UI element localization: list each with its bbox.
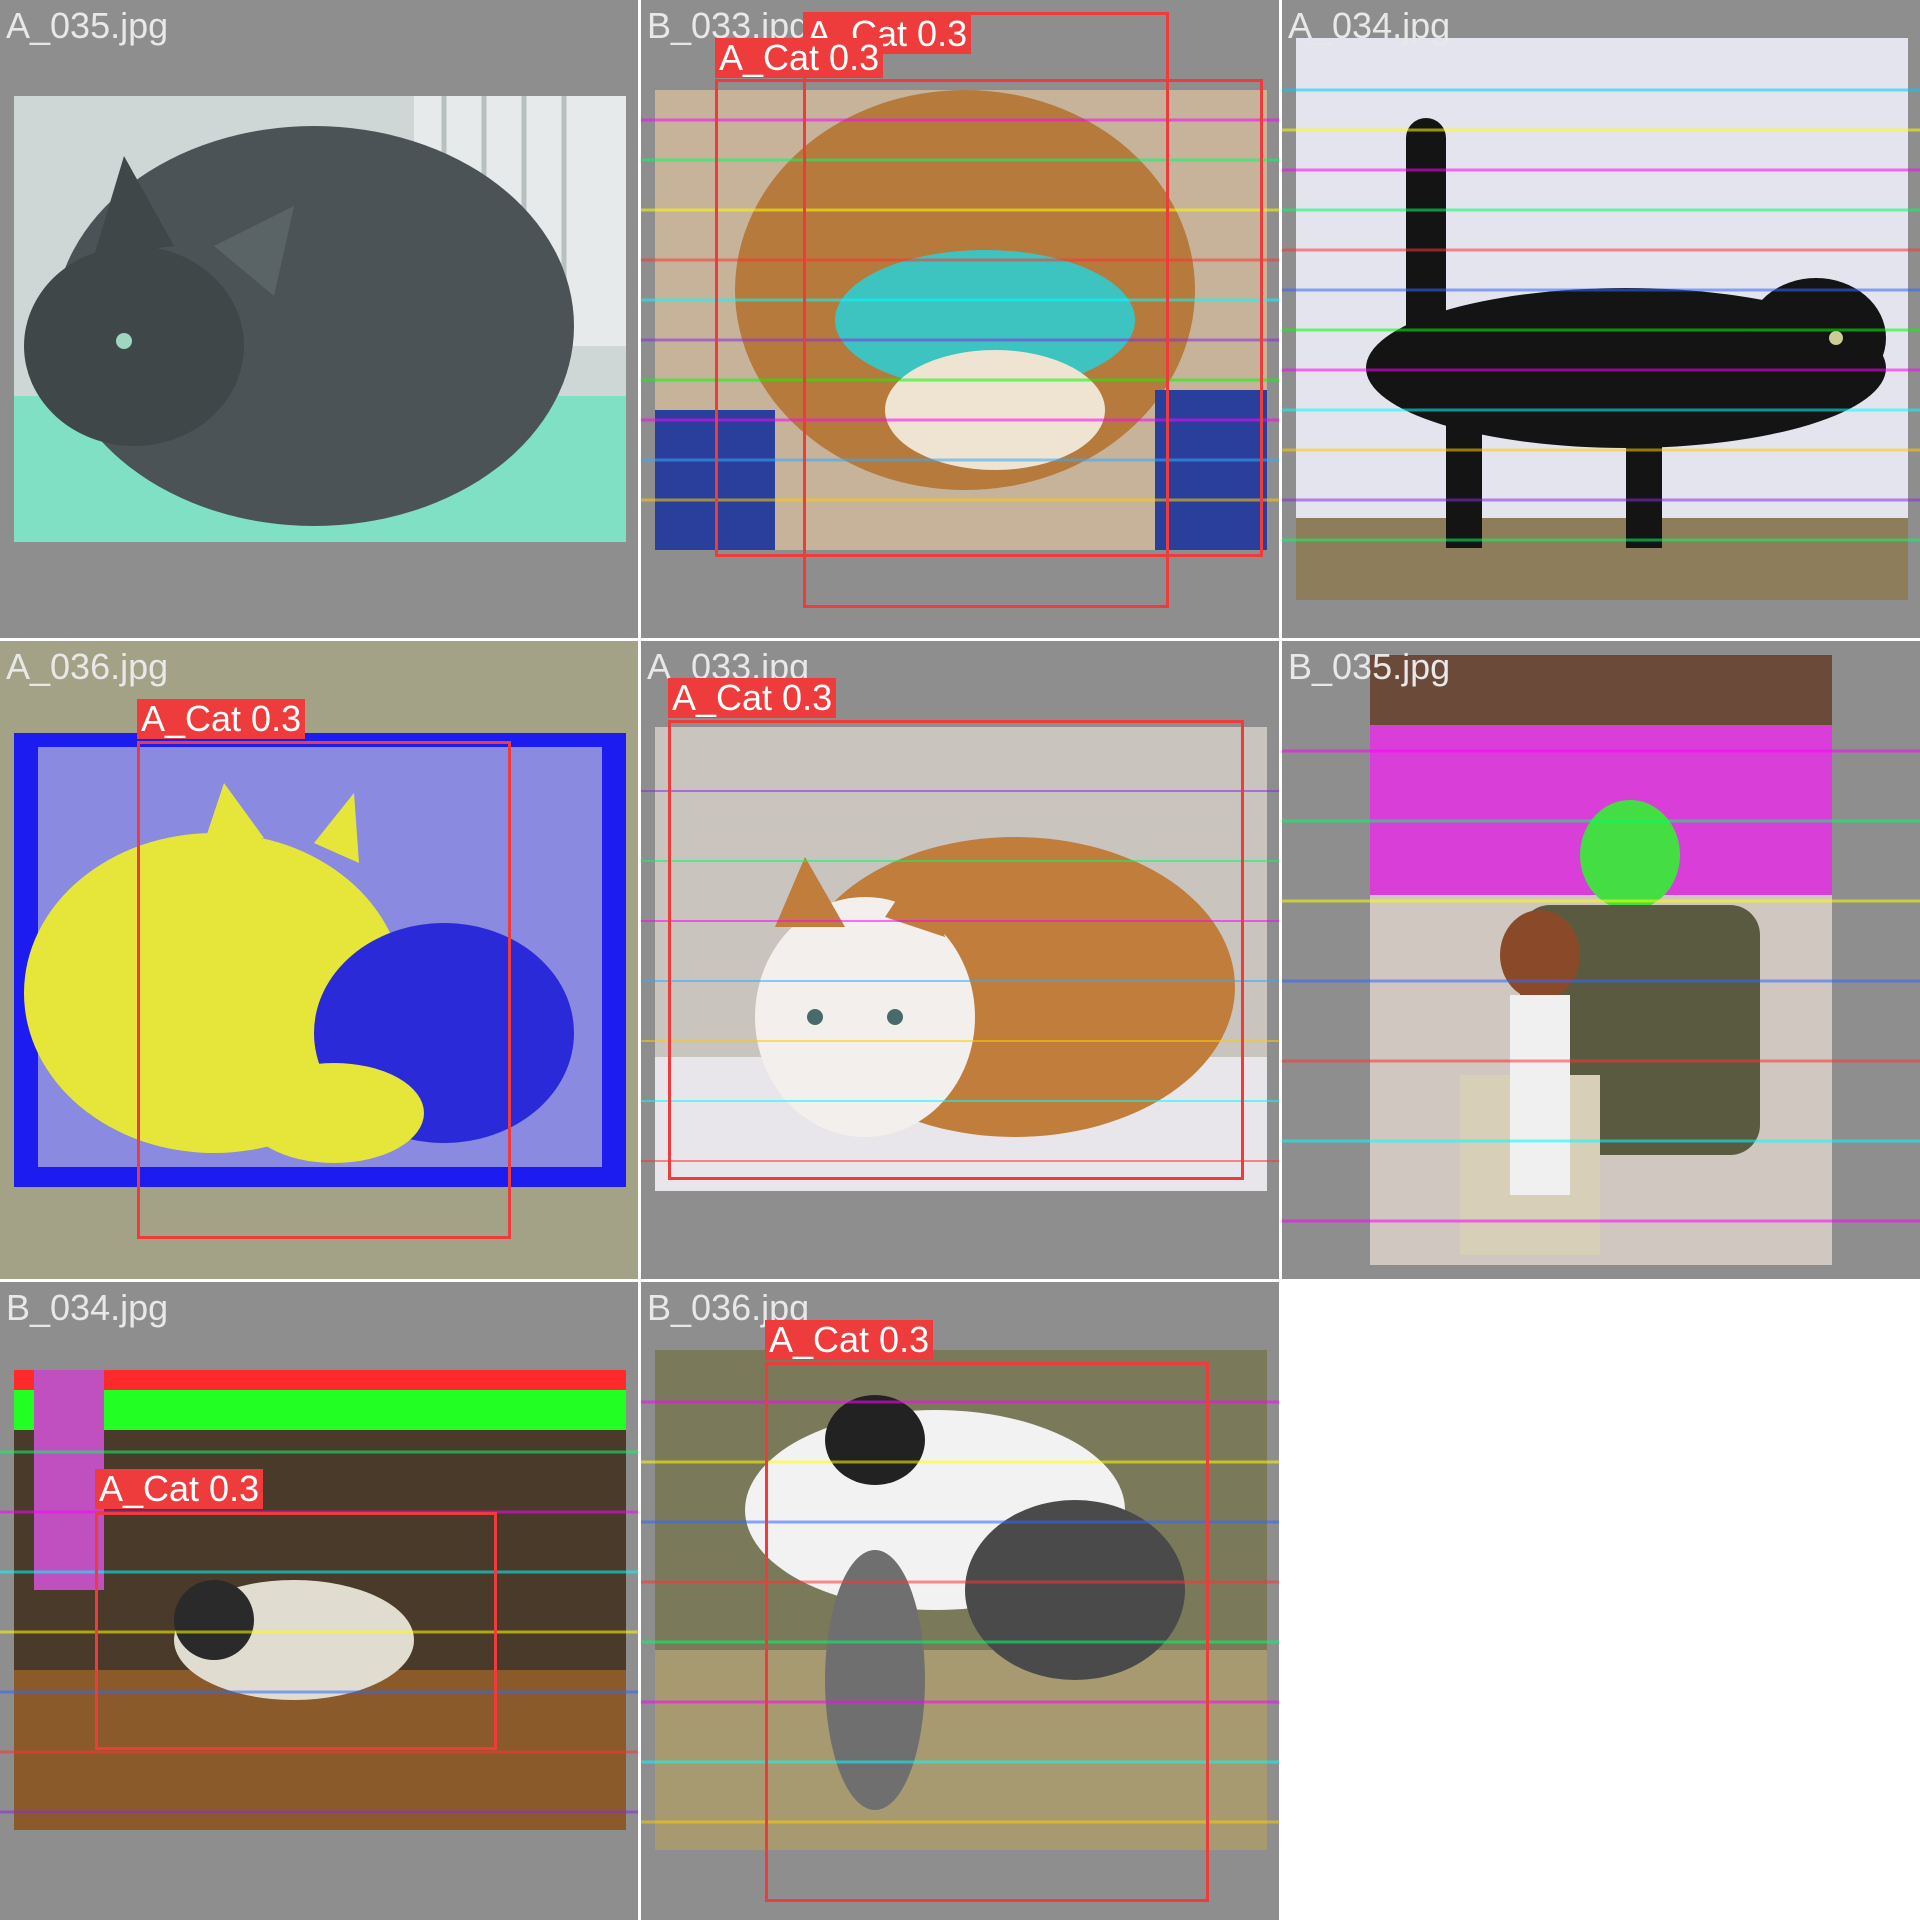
image-tile: A_036.jpg A_Cat 0.3: [0, 641, 638, 1279]
image-tile: B_033.jpg A_Cat 0.3 A_Cat 0.3: [641, 0, 1279, 638]
detection-label: A_Cat 0.3: [715, 38, 884, 78]
detection-label: A_Cat 0.3: [668, 678, 837, 718]
image-tile: B_034.jpg A_Cat 0.3: [0, 1282, 638, 1920]
image-tile: B_036.jpg A_Cat 0.3: [641, 1282, 1279, 1920]
detection-label: A_Cat 0.3: [95, 1469, 264, 1509]
cat-photo: [14, 96, 626, 542]
detection-label: A_Cat 0.3: [765, 1320, 934, 1360]
detection-box: [765, 1362, 1209, 1902]
image-tile: A_033.jpg A_Cat 0.3: [641, 641, 1279, 1279]
mosaic-grid: A_035.jpg B_033.jpg A_Cat 0.3 A_Cat 0.3: [0, 0, 1920, 1920]
image-tile: A_034.jpg: [1282, 0, 1920, 638]
detection-box: [137, 741, 511, 1239]
image-filename: A_035.jpg: [6, 5, 169, 46]
detection-box: [715, 79, 1263, 557]
image-tile: A_035.jpg: [0, 0, 638, 638]
detection-box: [95, 1512, 497, 1750]
image-filename: A_034.jpg: [1288, 5, 1451, 46]
detection-label: A_Cat 0.3: [137, 699, 306, 739]
image-filename: B_035.jpg: [1288, 646, 1451, 687]
image-filename: A_036.jpg: [6, 646, 169, 687]
image-tile: B_035.jpg: [1282, 641, 1920, 1279]
empty-slot: [1282, 1282, 1920, 1920]
person-dog-photo: [1370, 655, 1832, 1265]
detection-box: [668, 720, 1244, 1180]
cat-photo: [1296, 38, 1908, 600]
image-filename: B_034.jpg: [6, 1287, 169, 1328]
